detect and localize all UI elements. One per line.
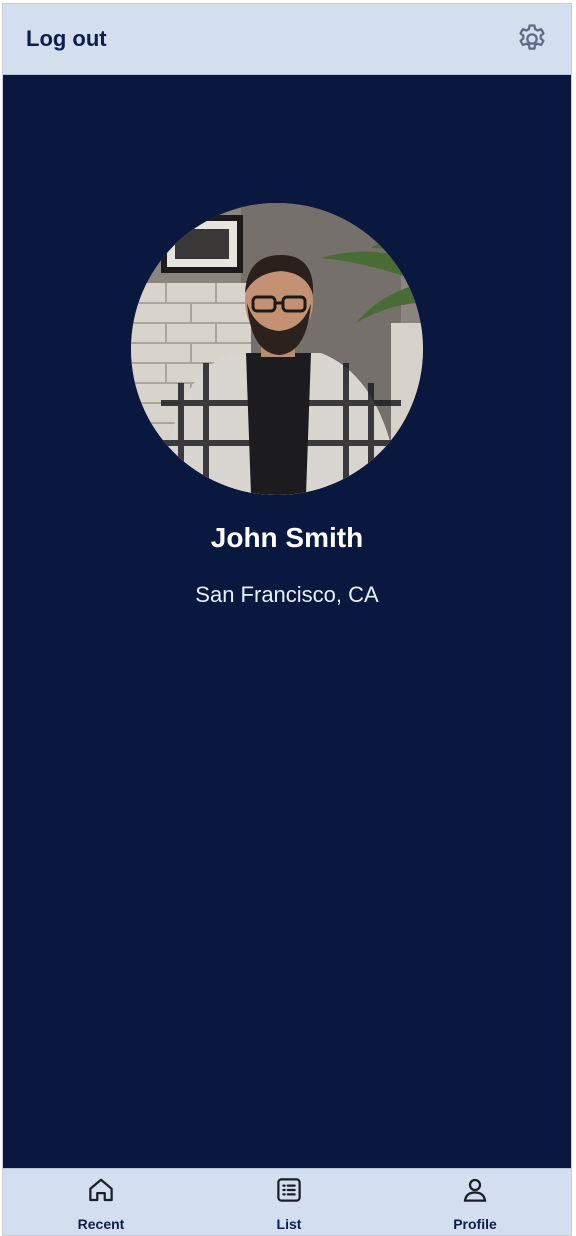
nav-item-profile[interactable]: Profile: [415, 1169, 535, 1235]
top-bar: Log out: [3, 4, 571, 75]
nav-label-list: List: [276, 1216, 302, 1232]
profile-name: John Smith: [210, 522, 364, 553]
app-screen: Log out John Smith San Francisco, CA Rec…: [2, 3, 572, 1236]
nav-label-recent: Recent: [77, 1216, 125, 1232]
bottom-navigation: Recent List Profile: [3, 1168, 571, 1235]
user-icon: [460, 1175, 490, 1205]
profile-photo: [131, 203, 423, 495]
logout-button[interactable]: Log out: [26, 26, 107, 52]
nav-item-list[interactable]: List: [229, 1169, 349, 1235]
nav-label-profile: Profile: [453, 1216, 497, 1232]
list-icon: [274, 1175, 304, 1205]
home-icon: [86, 1175, 116, 1205]
gear-icon[interactable]: [515, 22, 549, 56]
profile-location: San Francisco, CA: [195, 582, 379, 607]
nav-item-recent[interactable]: Recent: [41, 1169, 161, 1235]
